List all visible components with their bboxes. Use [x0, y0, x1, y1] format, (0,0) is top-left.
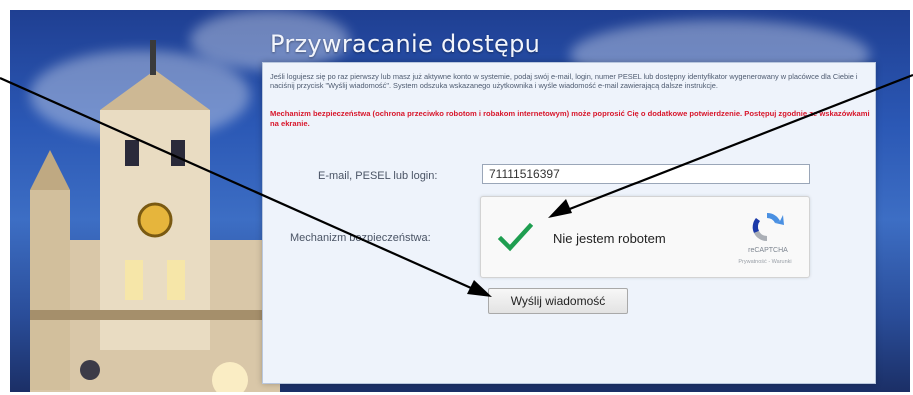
recaptcha-logo-icon — [752, 212, 784, 242]
send-message-button[interactable]: Wyślij wiadomość — [488, 288, 628, 314]
email-label: E-mail, PESEL lub login: — [318, 170, 438, 182]
email-pesel-login-input[interactable] — [482, 164, 810, 184]
page-title: Przywracanie dostępu — [270, 30, 541, 58]
checkmark-icon[interactable] — [497, 219, 533, 255]
recaptcha-brand: reCAPTCHA — [748, 247, 788, 254]
security-label: Mechanizm bezpieczeństwa: — [290, 232, 431, 244]
town-hall-illustration — [30, 40, 280, 392]
recaptcha-widget[interactable]: Nie jestem robotem reCAPTCHA Prywatność … — [480, 196, 810, 278]
recaptcha-checkbox-label: Nie jestem robotem — [553, 231, 666, 246]
security-warning-text: Mechanizm bezpieczeństwa (ochrona przeci… — [270, 109, 870, 128]
screenshot-stage: Przywracanie dostępu Jeśli logujesz się … — [0, 0, 913, 395]
recaptcha-privacy-terms-links[interactable]: Prywatność - Warunki — [721, 259, 809, 265]
intro-text: Jeśli logujesz się po raz pierwszy lub m… — [270, 72, 858, 90]
